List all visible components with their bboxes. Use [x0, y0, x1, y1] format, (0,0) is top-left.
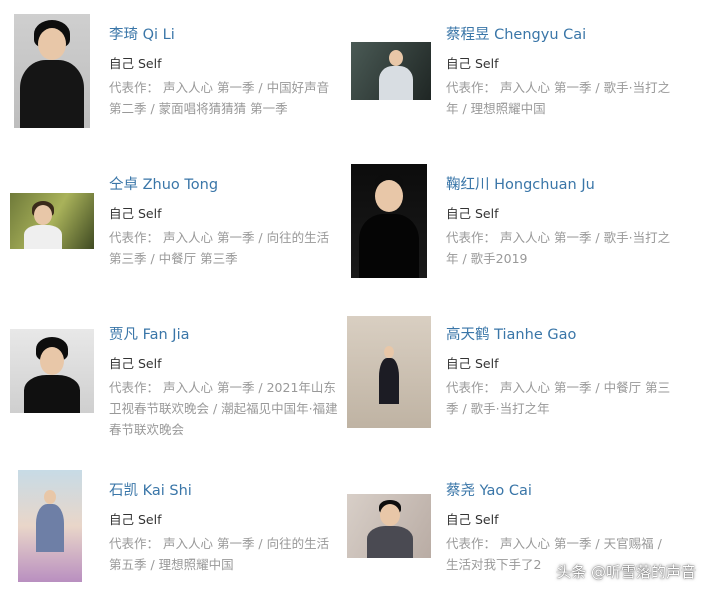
- cast-card: 贾凡 Fan Jia 自己 Self 代表作： 声入人心 第一季 / 2021年…: [10, 310, 350, 440]
- cast-card: 蔡程昱 Chengyu Cai 自己 Self 代表作： 声入人心 第一季 / …: [347, 10, 687, 140]
- cast-works: 代表作： 声入人心 第一季 / 歌手·当打之年 / 歌手2019: [446, 230, 671, 266]
- cast-role: 自己 Self: [446, 512, 499, 527]
- cast-name[interactable]: 仝卓 Zhuo Tong: [109, 173, 218, 194]
- cast-name[interactable]: 鞠红川 Hongchuan Ju: [446, 173, 595, 194]
- cast-role: 自己 Self: [109, 206, 162, 221]
- cast-name[interactable]: 李琦 Qi Li: [109, 23, 175, 44]
- photo-tianhe-gao[interactable]: [347, 316, 431, 428]
- photo-chengyu-cai[interactable]: [351, 42, 431, 100]
- cast-card: 石凯 Kai Shi 自己 Self 代表作： 声入人心 第一季 / 向往的生活…: [10, 466, 350, 596]
- cast-name[interactable]: 蔡尧 Yao Cai: [446, 479, 532, 500]
- cast-role: 自己 Self: [109, 356, 162, 371]
- cast-name[interactable]: 蔡程昱 Chengyu Cai: [446, 23, 586, 44]
- photo-kai-shi[interactable]: [18, 470, 82, 582]
- cast-name[interactable]: 高天鹤 Tianhe Gao: [446, 323, 576, 344]
- cast-role: 自己 Self: [446, 356, 499, 371]
- cast-card: 李琦 Qi Li 自己 Self 代表作： 声入人心 第一季 / 中国好声音 第…: [10, 10, 350, 140]
- cast-works: 代表作： 声入人心 第一季 / 2021年山东卫视春节联欢晚会 / 潮起福见中国…: [109, 380, 338, 437]
- cast-name[interactable]: 石凯 Kai Shi: [109, 479, 192, 500]
- watermark: 头条 @听雪落的声音: [556, 563, 696, 581]
- cast-card: 仝卓 Zhuo Tong 自己 Self 代表作： 声入人心 第一季 / 向往的…: [10, 160, 350, 290]
- photo-yao-cai[interactable]: [347, 494, 431, 558]
- photo-fan-jia[interactable]: [10, 329, 94, 413]
- photo-qi-li[interactable]: [14, 14, 90, 128]
- cast-works: 代表作： 声入人心 第一季 / 向往的生活 第五季 / 理想照耀中国: [109, 536, 330, 572]
- cast-name[interactable]: 贾凡 Fan Jia: [109, 323, 190, 344]
- photo-zhuo-tong[interactable]: [10, 193, 94, 249]
- cast-role: 自己 Self: [446, 206, 499, 221]
- cast-works: 代表作： 声入人心 第一季 / 歌手·当打之年 / 理想照耀中国: [446, 80, 671, 116]
- photo-hongchuan-ju[interactable]: [351, 164, 427, 278]
- cast-works: 代表作： 声入人心 第一季 / 中餐厅 第三季 / 歌手·当打之年: [446, 380, 671, 416]
- cast-card: 高天鹤 Tianhe Gao 自己 Self 代表作： 声入人心 第一季 / 中…: [347, 310, 687, 440]
- cast-role: 自己 Self: [109, 56, 162, 71]
- cast-card: 鞠红川 Hongchuan Ju 自己 Self 代表作： 声入人心 第一季 /…: [347, 160, 687, 290]
- cast-works: 代表作： 声入人心 第一季 / 中国好声音 第二季 / 蒙面唱将猜猜猜 第一季: [109, 80, 330, 116]
- cast-role: 自己 Self: [109, 512, 162, 527]
- cast-role: 自己 Self: [446, 56, 499, 71]
- cast-works: 代表作： 声入人心 第一季 / 向往的生活 第三季 / 中餐厅 第三季: [109, 230, 330, 266]
